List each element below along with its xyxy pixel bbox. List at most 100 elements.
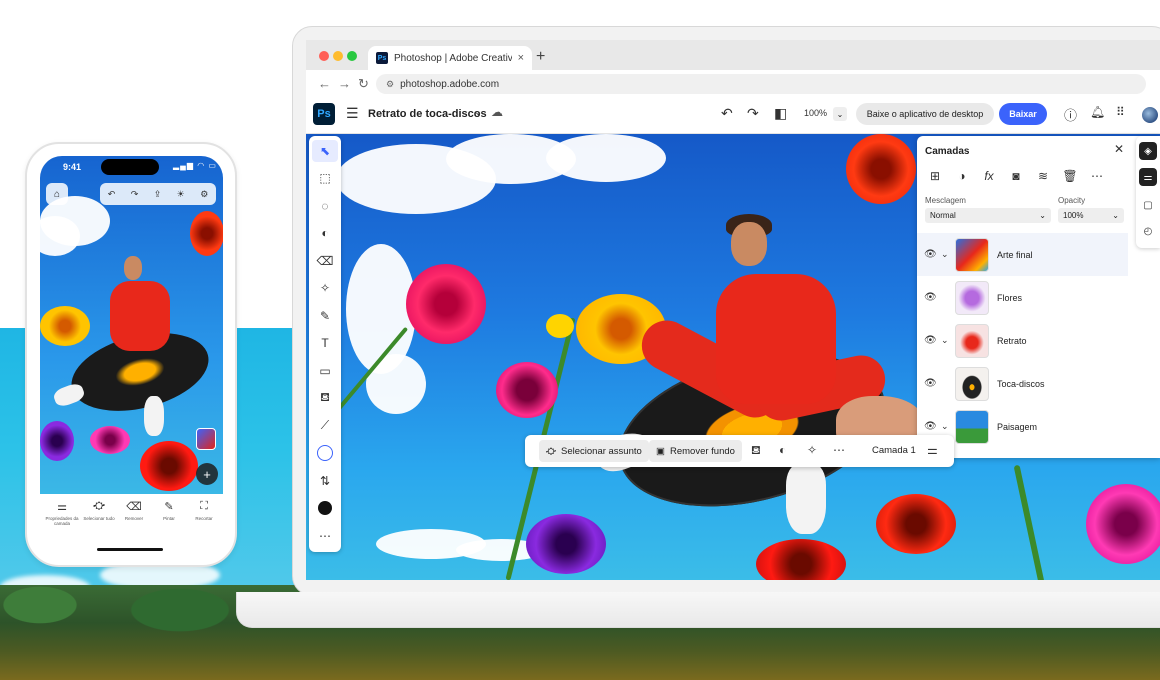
- healing-tool-icon[interactable]: ✧: [312, 277, 338, 299]
- paint-button[interactable]: ✎ Pintar: [151, 500, 187, 521]
- visibility-eye-icon[interactable]: 👁︎: [924, 378, 937, 389]
- browser-tab[interactable]: Ps Photoshop | Adobe Creative Cloud ×: [368, 46, 532, 70]
- download-button[interactable]: Baixar: [999, 103, 1047, 125]
- layer-name-label[interactable]: Camada 1: [872, 445, 916, 456]
- layer-thumbnail: [955, 280, 989, 315]
- undo-icon[interactable]: ↶: [108, 189, 116, 200]
- comments-icon[interactable]: ▢: [1139, 196, 1157, 214]
- visibility-eye-icon[interactable]: 👁︎: [924, 292, 937, 303]
- bell-icon[interactable]: 🔔︎: [1090, 105, 1105, 119]
- chevron-down-icon[interactable]: ⌄: [474, 107, 482, 118]
- add-layer-icon[interactable]: ⊞: [927, 169, 943, 183]
- mask-icon[interactable]: ◙: [1008, 169, 1024, 183]
- chevron-down-icon[interactable]: ⌄: [941, 249, 949, 260]
- red-flower: [846, 134, 916, 204]
- remove-background-button[interactable]: ▣ Remover fundo: [649, 440, 742, 462]
- layer-properties-button[interactable]: ⚌ Propriedades da camada: [44, 500, 80, 527]
- layer-name: Paisagem: [997, 421, 1038, 432]
- more-options-icon[interactable]: ⋯: [1089, 169, 1105, 183]
- layers-icon[interactable]: ◈: [1139, 142, 1157, 160]
- home-icon[interactable]: ⌂: [46, 183, 68, 205]
- cloud-icon[interactable]: ☁: [491, 105, 503, 119]
- properties-icon[interactable]: ⚌: [1139, 168, 1157, 186]
- remove-button[interactable]: ⌫ Remover: [116, 500, 152, 521]
- background-color-swatch[interactable]: [312, 497, 338, 519]
- rectangle-tool-icon[interactable]: ▭: [312, 360, 338, 382]
- fill-icon[interactable]: ⛾: [751, 443, 761, 459]
- eyedropper-tool-icon[interactable]: ⟋: [312, 415, 338, 437]
- more-tools-icon[interactable]: ⋯: [312, 525, 338, 547]
- adjust-tool-icon[interactable]: ◐: [312, 222, 338, 244]
- select-all-button[interactable]: ⛮ Selecionar tudo: [81, 500, 117, 521]
- menu-icon[interactable]: ☰: [346, 105, 359, 122]
- avatar[interactable]: [1142, 107, 1158, 123]
- apps-grid-icon[interactable]: ⠿: [1116, 105, 1125, 119]
- layer-row[interactable]: 👁︎ Flores: [917, 276, 1128, 319]
- close-window-dot[interactable]: [319, 51, 329, 61]
- redo-icon[interactable]: ↷: [131, 189, 139, 200]
- url-field[interactable]: ⚙ photoshop.adobe.com: [376, 74, 1146, 94]
- layer-row[interactable]: 👁︎ ⌄ Arte final: [917, 233, 1128, 276]
- desktop-app-button[interactable]: Baixe o aplicativo de desktop: [856, 103, 994, 125]
- adjust-icon[interactable]: ◐: [779, 443, 786, 457]
- small-yellow-flower: [546, 314, 574, 338]
- settings-icon[interactable]: ⚙: [200, 189, 208, 200]
- new-tab-icon[interactable]: +: [536, 48, 545, 66]
- purple-flower: [40, 421, 74, 461]
- brush-tool-icon[interactable]: ✎: [312, 305, 338, 327]
- blend-mode-select[interactable]: Normal ⌄: [925, 208, 1051, 223]
- document-title[interactable]: Retrato de toca-discos: [368, 108, 487, 120]
- visibility-eye-icon[interactable]: 👁︎: [924, 335, 937, 346]
- zoom-level[interactable]: 100%: [804, 108, 827, 118]
- share-icon[interactable]: ⇪: [154, 189, 162, 200]
- fill-tool-icon[interactable]: ⛾: [312, 387, 338, 409]
- minimize-window-dot[interactable]: [333, 51, 343, 61]
- foreground-color-swatch[interactable]: [312, 442, 338, 464]
- maximize-window-dot[interactable]: [347, 51, 357, 61]
- home-indicator[interactable]: [97, 548, 163, 551]
- compare-icon[interactable]: ◧: [774, 105, 787, 122]
- visibility-eye-icon[interactable]: 👁︎: [924, 421, 937, 432]
- chevron-down-icon[interactable]: ⌄: [941, 421, 949, 432]
- opacity-label: Opacity: [1058, 196, 1086, 205]
- type-tool-icon[interactable]: T: [312, 332, 338, 354]
- select-tool-icon[interactable]: ⬉: [312, 140, 338, 162]
- close-icon[interactable]: ✕: [1114, 142, 1124, 156]
- undo-icon[interactable]: ↶: [721, 105, 733, 122]
- chevron-down-icon[interactable]: ⌄: [941, 335, 949, 346]
- site-info-icon[interactable]: ⚙: [386, 79, 394, 90]
- select-subject-button[interactable]: ⛮ Selecionar assunto: [539, 440, 649, 462]
- sliders-icon[interactable]: ⚌: [927, 443, 938, 457]
- more-icon[interactable]: ⋯: [833, 443, 845, 457]
- zoom-chevron-down-icon[interactable]: ⌄: [833, 107, 847, 121]
- object-select-tool-icon[interactable]: ⬚: [312, 167, 338, 189]
- add-icon[interactable]: +: [196, 463, 218, 485]
- close-tab-icon[interactable]: ×: [518, 52, 524, 64]
- eraser-tool-icon[interactable]: ⌫: [312, 250, 338, 272]
- crop-button[interactable]: ⛶ Recortar: [186, 500, 222, 521]
- history-icon[interactable]: ◴: [1139, 222, 1157, 240]
- help-icon[interactable]: ⓘ: [1064, 105, 1077, 124]
- layer-properties-label: Propriedades da camada: [45, 516, 79, 527]
- effects-icon[interactable]: fx: [981, 169, 997, 183]
- swap-colors-icon[interactable]: ⇅: [312, 470, 338, 492]
- layer-thumbnail[interactable]: [196, 428, 216, 450]
- layer-row[interactable]: 👁︎ Toca-discos: [917, 362, 1128, 405]
- lightbulb-icon[interactable]: ☀: [177, 189, 185, 200]
- stack-icon[interactable]: ≋: [1035, 169, 1051, 183]
- healing-icon[interactable]: ✧: [807, 443, 817, 457]
- adjustment-layer-icon[interactable]: ◑: [954, 169, 970, 183]
- layer-row[interactable]: 👁︎ ⌄ Retrato: [917, 319, 1128, 362]
- pink-flower: [1086, 484, 1160, 564]
- reload-icon[interactable]: ↻: [358, 76, 369, 92]
- photoshop-logo[interactable]: Ps: [313, 103, 335, 125]
- redo-icon[interactable]: ↷: [747, 105, 759, 122]
- tab-title: Photoshop | Adobe Creative Cloud: [394, 52, 512, 64]
- forward-icon[interactable]: →: [338, 76, 351, 91]
- lasso-tool-icon[interactable]: ◌: [312, 195, 338, 217]
- opacity-value: 100%: [1063, 211, 1084, 220]
- visibility-eye-icon[interactable]: 👁︎: [924, 249, 937, 260]
- trash-icon[interactable]: 🗑︎: [1062, 169, 1078, 183]
- back-icon[interactable]: ←: [318, 76, 331, 91]
- opacity-select[interactable]: 100% ⌄: [1058, 208, 1124, 223]
